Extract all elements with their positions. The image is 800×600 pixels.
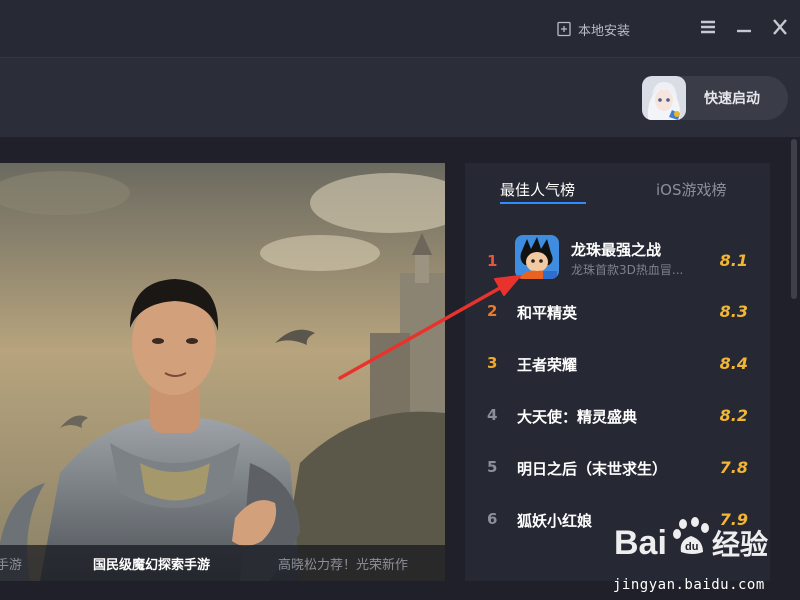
- title-bar: 本地安装: [0, 0, 800, 57]
- rank-number: 2: [487, 302, 498, 320]
- game-name: 王者荣耀: [517, 356, 578, 374]
- list-item[interactable]: 3 王者荣耀 8.4: [465, 337, 770, 389]
- banner-artwork: [0, 163, 445, 581]
- rank-number: 5: [487, 458, 498, 476]
- minimize-button[interactable]: [733, 16, 755, 38]
- game-score: 8.1: [719, 251, 748, 270]
- ranking-panel: 最佳人气榜 iOS游戏榜 1 龙珠最强之战 龙珠首款3D热血冒... 8.1 2…: [465, 163, 770, 581]
- tab-best-popularity[interactable]: 最佳人气榜: [500, 179, 575, 200]
- list-item[interactable]: 5 明日之后（末世求生） 7.8: [465, 441, 770, 493]
- close-button[interactable]: [769, 16, 791, 38]
- featured-banner[interactable]: 手游 国民级魔幻探索手游 高晓松力荐！光荣新作: [0, 163, 445, 581]
- game-name: 和平精英: [517, 304, 578, 322]
- game-name: 大天使：精灵盛典: [517, 408, 638, 426]
- rank-number: 3: [487, 354, 498, 372]
- list-item[interactable]: 6 狐妖小红娘 7.9: [465, 493, 770, 545]
- active-tab-indicator: [500, 202, 586, 204]
- local-install-icon: [557, 21, 571, 37]
- game-description: 龙珠首款3D热血冒...: [571, 263, 684, 277]
- game-score: 8.4: [719, 354, 748, 373]
- rank-number: 1: [487, 252, 498, 270]
- local-install-label: 本地安装: [578, 23, 631, 39]
- tab-ios-games[interactable]: iOS游戏榜: [656, 179, 727, 200]
- game-name: 明日之后（末世求生）: [517, 460, 668, 478]
- banner-caption-bar: 手游 国民级魔幻探索手游 高晓松力荐！光荣新作: [0, 545, 445, 581]
- game-name: 狐妖小红娘: [517, 512, 593, 530]
- quick-launch-button[interactable]: 快速启动: [642, 76, 788, 120]
- game-score: 8.2: [719, 406, 748, 425]
- menu-icon: [701, 20, 715, 34]
- scrollbar[interactable]: [790, 137, 798, 581]
- game-score: 7.8: [719, 458, 748, 477]
- game-score: 8.3: [719, 302, 748, 321]
- minimize-icon: [737, 29, 751, 33]
- game-score: 7.9: [719, 510, 748, 529]
- ranking-tabs: 最佳人气榜 iOS游戏榜: [465, 163, 770, 209]
- toolbar: 快速启动: [0, 57, 800, 137]
- rank-number: 6: [487, 510, 498, 528]
- banner-caption-left[interactable]: 手游: [0, 554, 22, 573]
- rank-number: 4: [487, 406, 498, 424]
- list-item[interactable]: 2 和平精英 8.3: [465, 285, 770, 337]
- banner-caption-right[interactable]: 高晓松力荐！光荣新作: [278, 554, 408, 573]
- ranking-list: 1 龙珠最强之战 龙珠首款3D热血冒... 8.1 2 和平精英 8.3 3 王…: [465, 223, 770, 545]
- game-avatar: [642, 76, 686, 120]
- banner-caption-middle[interactable]: 国民级魔幻探索手游: [93, 554, 210, 573]
- quick-launch-label: 快速启动: [704, 91, 760, 107]
- close-icon: [773, 19, 787, 35]
- menu-button[interactable]: [697, 16, 719, 38]
- game-icon: [515, 235, 559, 279]
- list-item[interactable]: 1 龙珠最强之战 龙珠首款3D热血冒... 8.1: [465, 223, 770, 285]
- scroll-thumb[interactable]: [791, 139, 797, 299]
- content-area: 手游 国民级魔幻探索手游 高晓松力荐！光荣新作 最佳人气榜 iOS游戏榜 1 龙…: [0, 137, 800, 600]
- list-item[interactable]: 4 大天使：精灵盛典 8.2: [465, 389, 770, 441]
- local-install-button[interactable]: 本地安装: [556, 18, 630, 40]
- game-name: 龙珠最强之战: [571, 241, 662, 259]
